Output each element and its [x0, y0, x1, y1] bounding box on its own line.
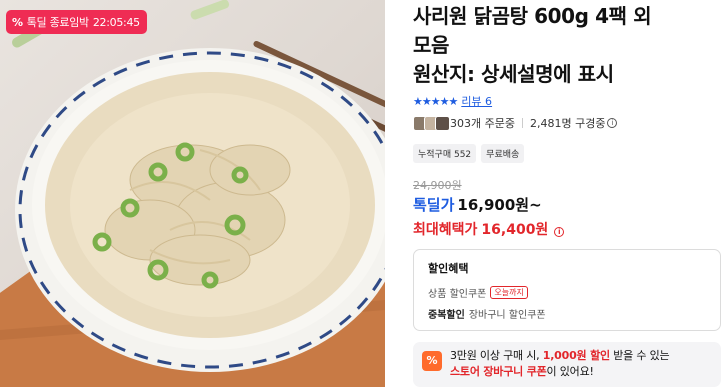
product-title-line2: 모음: [413, 33, 449, 57]
deal-price-row: 톡딜가 16,900원~: [413, 194, 542, 215]
product-info-panel: 사리원 닭곰탕 600g 4팩 외 모음 원산지: 상세설명에 표시 ★★★★★…: [413, 0, 721, 387]
max-benefit-price-row: 최대혜택가 16,400원 i: [413, 219, 565, 239]
info-icon[interactable]: i: [554, 227, 565, 237]
promo-text-part2: 받을 수 있는: [609, 349, 670, 362]
cart-coupon-promo[interactable]: % 3만원 이상 구매 시, 1,000원 할인 받을 수 있는 스토어 장바구…: [413, 342, 721, 387]
product-coupon-line: 상품 할인쿠폰 오늘까지: [428, 285, 720, 300]
star-rating-icon: ★★★★★: [413, 94, 458, 108]
max-benefit-label: 최대혜택가: [413, 222, 478, 238]
tag-free-shipping: 무료배송: [481, 144, 525, 163]
deal-price-value: 16,900원~: [457, 196, 542, 214]
product-title-line1: 사리원 닭곰탕 600g 4팩 외: [413, 4, 652, 28]
promo-coupon-name: 스토어 장바구니 쿠폰: [450, 365, 547, 378]
deal-timer: 22:05:45: [92, 15, 140, 29]
soup-bowl-illustration: [0, 0, 385, 387]
product-title: 사리원 닭곰탕 600g 4팩 외 모음 원산지: 상세설명에 표시: [413, 2, 721, 89]
product-image[interactable]: % 톡딜 종료임박 22:05:45: [0, 0, 385, 387]
tag-list: 누적구매 552 무료배송: [413, 144, 525, 163]
product-coupon-label: 상품 할인쿠폰: [428, 289, 487, 300]
deal-badge-label: 톡딜 종료임박: [26, 16, 89, 29]
cart-coupon-label: 장바구니 할인쿠폰: [468, 310, 546, 321]
promo-text: 3만원 이상 구매 시, 1,000원 할인 받을 수 있는 스토어 장바구니 …: [450, 348, 670, 387]
viewer-count: 2,481명 구경중: [529, 117, 606, 130]
product-origin: 원산지: 상세설명에 표시: [413, 62, 614, 86]
promo-amount: 1,000원 할인: [542, 349, 610, 362]
rating-row: ★★★★★ 리뷰 6: [413, 93, 492, 109]
stack-discount-line: 중복할인 장바구니 할인쿠폰: [428, 306, 720, 321]
info-icon[interactable]: i: [607, 118, 618, 128]
tag-cumulative-purchase: 누적구매 552: [413, 144, 477, 163]
divider: [521, 118, 523, 128]
discount-benefits-box: 할인혜택 상품 할인쿠폰 오늘까지 중복할인 장바구니 할인쿠폰: [413, 249, 721, 331]
original-price: 24,900원: [413, 179, 462, 192]
review-link[interactable]: 리뷰 6: [461, 93, 492, 109]
buyer-avatars: [413, 115, 450, 131]
coupon-percent-icon: %: [422, 351, 442, 371]
discount-title: 할인혜택: [428, 262, 469, 275]
today-only-chip: 오늘까지: [490, 286, 528, 299]
max-benefit-value: 16,400원: [481, 222, 549, 238]
percent-icon: %: [12, 15, 23, 29]
avatar: [435, 115, 450, 131]
promo-text-part1: 3만원 이상 구매 시,: [450, 349, 543, 362]
order-count: 303개 주문중: [450, 117, 515, 130]
buyer-activity-row: 303개 주문중 2,481명 구경중 i: [413, 115, 618, 131]
stack-discount-label: 중복할인: [428, 310, 465, 321]
promo-text-part3: 이 있어요!: [546, 365, 594, 378]
deal-closing-badge: % 톡딜 종료임박 22:05:45: [6, 10, 147, 34]
deal-price-label: 톡딜가: [413, 196, 455, 214]
